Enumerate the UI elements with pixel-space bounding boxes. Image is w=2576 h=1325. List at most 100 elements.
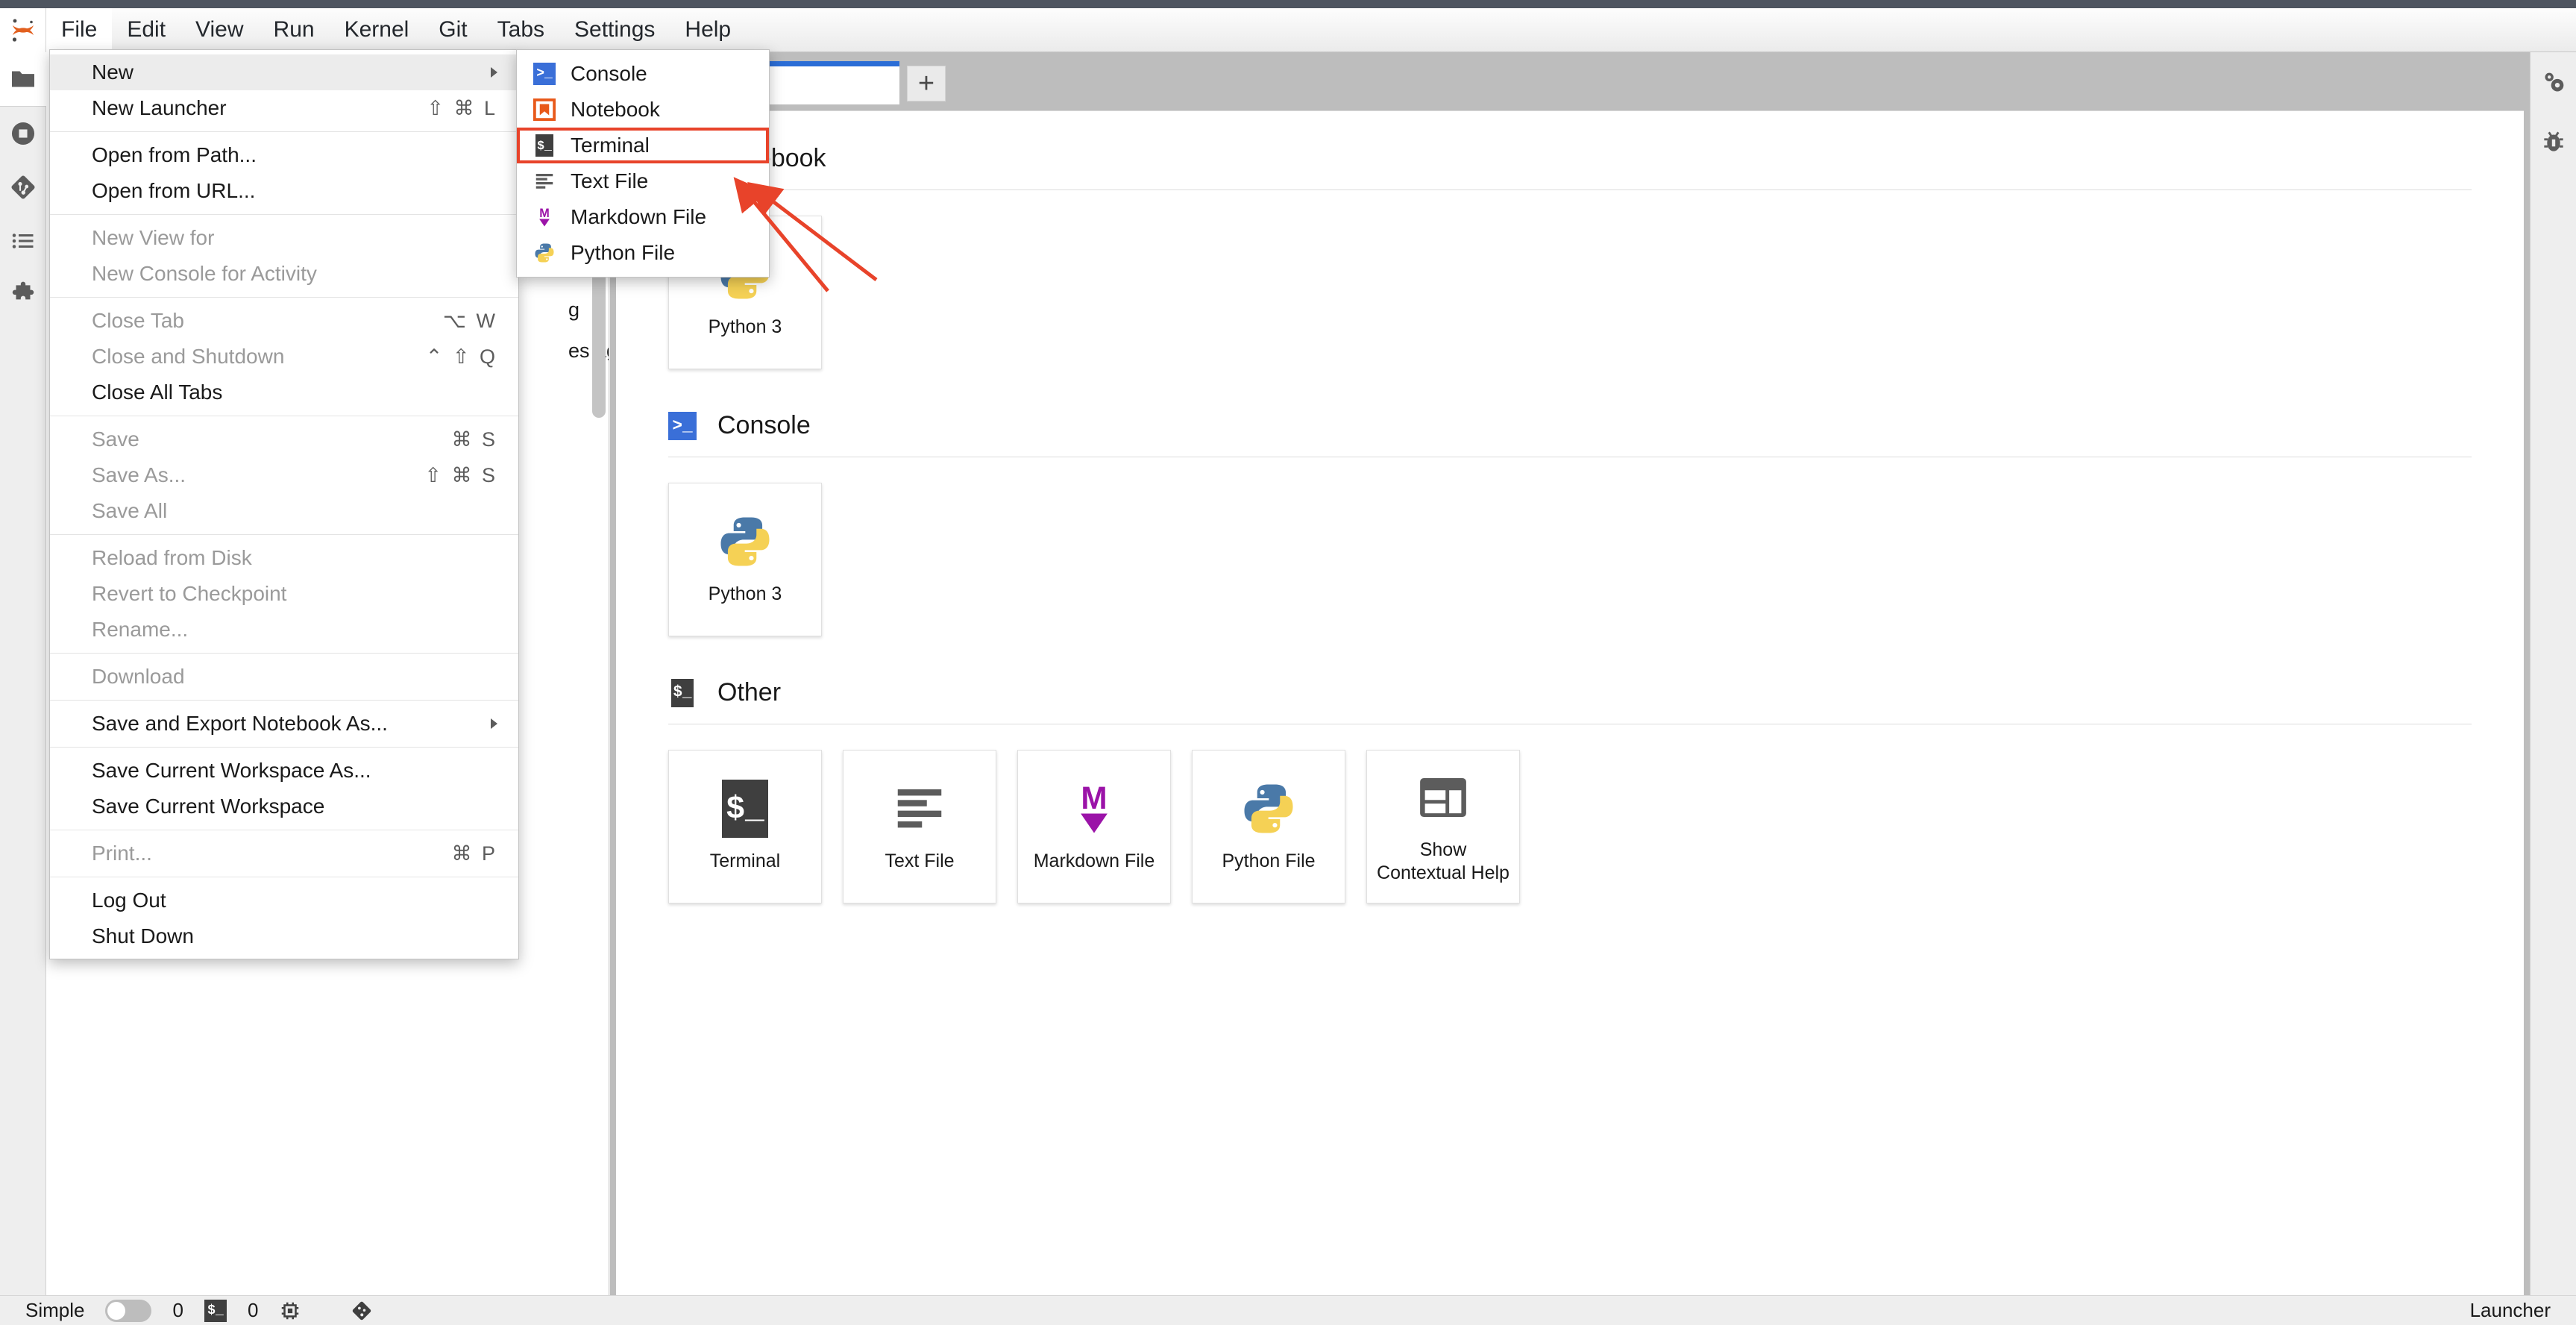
menu-item-label: New Console for Activity	[92, 262, 317, 286]
menu-separator	[50, 297, 518, 298]
menu-run[interactable]: Run	[259, 8, 330, 52]
menu-item-shortcut: ⌘ S	[451, 428, 497, 451]
launcher-section-console: >_ConsolePython 3	[668, 411, 2472, 671]
menu-tabs[interactable]: Tabs	[483, 8, 559, 52]
menu-item-label: Open from Path...	[92, 143, 257, 167]
menu-edit[interactable]: Edit	[112, 8, 180, 52]
menu-item-shortcut: ⌃ ⇧ Q	[426, 345, 497, 369]
menu-item-label: Revert to Checkpoint	[92, 582, 286, 606]
menu-kernel[interactable]: Kernel	[330, 8, 424, 52]
python-icon	[533, 242, 556, 264]
file-menu-item-rename: Rename...	[50, 612, 518, 648]
menu-item-label: New Launcher	[92, 96, 227, 120]
new-submenu-item-text-file[interactable]: Text File	[517, 163, 769, 199]
jupyter-logo[interactable]	[0, 8, 46, 52]
new-submenu-item-python-file[interactable]: Python File	[517, 235, 769, 271]
sidebar-item-git[interactable]	[0, 160, 46, 214]
folder-icon	[10, 66, 37, 93]
file-menu-item-close-all-tabs[interactable]: Close All Tabs	[50, 375, 518, 410]
terminal-icon: $_	[533, 134, 556, 157]
python-icon	[716, 513, 774, 571]
terminal-icon: $_	[716, 780, 774, 838]
launcher-card-label: Python File	[1222, 850, 1315, 873]
launcher-card-label: Terminal	[710, 850, 780, 873]
file-browser-scrollbar[interactable]	[592, 269, 606, 418]
submenu-item-label: Terminal	[571, 134, 650, 157]
file-menu-item-open-from-url[interactable]: Open from URL...	[50, 173, 518, 209]
launcher-card-text-file[interactable]: Text File	[843, 750, 996, 903]
cpu-icon[interactable]	[279, 1300, 301, 1322]
sidebar-item-file-browser[interactable]	[0, 52, 46, 106]
status-bar: Simple 0 $_ 0 Launcher	[0, 1295, 2576, 1325]
python-icon	[1240, 780, 1298, 838]
launcher-section-notebook: Notebook Python 3	[668, 144, 2472, 404]
file-menu-item-save-and-export-notebook-as[interactable]: Save and Export Notebook As...	[50, 706, 518, 742]
jupyterlab-window: FileEditViewRunKernelGitTabsSettingsHelp	[0, 0, 2576, 1325]
file-menu-item-shut-down[interactable]: Shut Down	[50, 918, 518, 954]
sidebar-item-debugger[interactable]	[2531, 112, 2576, 172]
simple-mode-toggle[interactable]	[105, 1300, 151, 1322]
new-tab-button[interactable]: +	[907, 66, 946, 101]
chevron-right-icon	[491, 67, 497, 78]
new-submenu-dropdown: >_ConsoleNotebook $_ Terminal Text File MMar…	[516, 49, 770, 278]
sidebar-item-running[interactable]	[0, 107, 46, 160]
sidebar-item-property-inspector[interactable]	[2531, 52, 2576, 112]
console-icon: >_	[533, 63, 556, 85]
new-submenu-item-notebook[interactable]: Notebook	[517, 92, 769, 128]
launcher-panel: NotebookPython 3>_ConsolePython 3$_Other…	[616, 110, 2524, 1295]
terminal-count: 0	[248, 1299, 258, 1322]
menu-file[interactable]: File	[46, 8, 112, 52]
gears-icon	[2539, 67, 2569, 97]
file-menu-item-open-from-path[interactable]: Open from Path...	[50, 137, 518, 173]
launcher-card-python-file[interactable]: Python File	[1192, 750, 1345, 903]
menu-settings[interactable]: Settings	[559, 8, 670, 52]
file-menu-item-log-out[interactable]: Log Out	[50, 883, 518, 918]
svg-text:M: M	[539, 207, 550, 220]
launcher-card-terminal[interactable]: $_ Terminal	[668, 750, 822, 903]
launcher-section-header: Notebook	[668, 144, 2472, 189]
file-menu-item-save-current-workspace[interactable]: Save Current Workspace	[50, 789, 518, 824]
menu-item-label: Save	[92, 427, 139, 451]
file-menu-item-close-tab: Close Tab ⌥ W	[50, 303, 518, 339]
menu-item-label: Save Current Workspace As...	[92, 759, 371, 783]
launcher-card-show-contextual-help[interactable]: ShowContextual Help	[1366, 750, 1520, 903]
git-icon[interactable]	[351, 1300, 373, 1322]
menu-git[interactable]: Git	[424, 8, 482, 52]
file-menu-item-new-launcher[interactable]: New Launcher⇧ ⌘ L	[50, 90, 518, 126]
menu-separator	[50, 747, 518, 748]
file-menu-item-save-current-workspace-as[interactable]: Save Current Workspace As...	[50, 753, 518, 789]
status-bar-right-label: Launcher	[2470, 1299, 2551, 1322]
menu-item-label: Close All Tabs	[92, 380, 222, 404]
sidebar-item-table-of-contents[interactable]	[0, 214, 46, 268]
file-menu-item-new-console-for-activity: New Console for Activity	[50, 256, 518, 292]
menu-separator	[50, 700, 518, 701]
new-submenu-item-terminal[interactable]: $_ Terminal	[517, 128, 769, 163]
menu-item-label: Save Current Workspace	[92, 795, 324, 818]
launcher-section-rule	[668, 189, 2472, 190]
file-menu-item-save-as: Save As...⇧ ⌘ S	[50, 457, 518, 493]
markdown-icon: M	[1065, 780, 1123, 838]
new-submenu-item-console[interactable]: >_Console	[517, 56, 769, 92]
menu-item-label: New View for	[92, 226, 214, 250]
menu-item-shortcut: ⇧ ⌘ S	[424, 464, 497, 487]
launcher-card-row: Python 3	[668, 483, 2472, 671]
launcher-card-label: Python 3	[709, 316, 782, 339]
menu-help[interactable]: Help	[670, 8, 746, 52]
terminal-icon: $_	[668, 679, 697, 707]
launcher-card-markdown-file[interactable]: MMarkdown File	[1017, 750, 1171, 903]
submenu-item-label: Text File	[571, 169, 648, 193]
launcher-section-title: Other	[717, 678, 781, 707]
new-submenu-item-markdown-file[interactable]: MMarkdown File	[517, 199, 769, 235]
status-bar-left: Simple 0 $_ 0	[25, 1299, 373, 1322]
menu-item-shortcut: ⌥ W	[443, 310, 497, 333]
menu-item-label: Rename...	[92, 618, 188, 642]
terminal-icon[interactable]: $_	[204, 1300, 227, 1322]
menu-item-label: Print...	[92, 842, 152, 865]
sidebar-item-extension-manager[interactable]	[0, 268, 46, 322]
menu-item-label: Close Tab	[92, 309, 184, 333]
menu-view[interactable]: View	[180, 8, 258, 52]
launcher-card-label: ShowContextual Help	[1377, 839, 1510, 886]
menu-bar: FileEditViewRunKernelGitTabsSettingsHelp	[0, 8, 2576, 52]
file-menu-item-new[interactable]: New	[50, 54, 518, 90]
launcher-card-python-3[interactable]: Python 3	[668, 483, 822, 636]
